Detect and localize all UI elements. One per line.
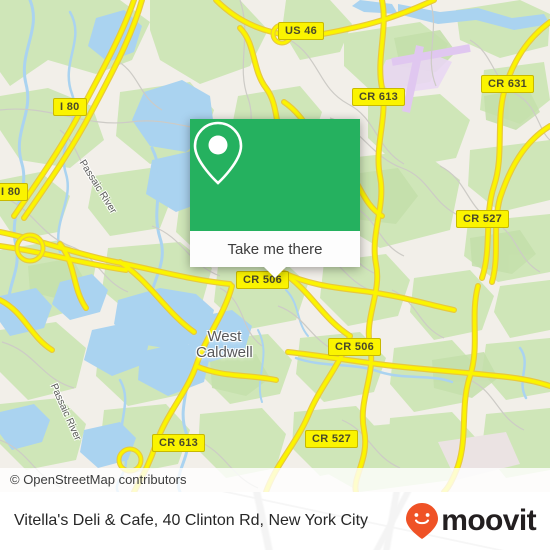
place-label-line1: West: [207, 328, 242, 345]
shield-cr-506-lower: CR 506: [328, 338, 382, 356]
shield-us-46: US 46: [278, 22, 325, 40]
page-title: Vitella's Deli & Cafe, 40 Clinton Rd, Ne…: [14, 512, 369, 529]
place-label-west-caldwell: West Caldwell: [196, 329, 253, 361]
shield-cr-527-right: CR 527: [456, 210, 510, 228]
moovit-brand[interactable]: moovit: [405, 502, 537, 540]
map-canvas[interactable]: West Caldwell Passaic River Passaic River…: [0, 0, 550, 492]
shield-cr-527-bottom: CR 527: [305, 430, 359, 448]
shield-i-80-left: I 80: [0, 183, 28, 201]
map-pin-icon: [193, 121, 243, 185]
moovit-pin-icon: [406, 503, 439, 539]
map-page: West Caldwell Passaic River Passaic River…: [0, 0, 550, 550]
footer-bar: Vitella's Deli & Cafe, 40 Clinton Rd, Ne…: [0, 492, 550, 550]
popup-header: [190, 119, 360, 231]
shield-cr-631: CR 631: [481, 75, 535, 93]
popup-pointer: [264, 267, 286, 278]
shield-cr-613-top: CR 613: [352, 88, 406, 106]
take-me-there-button[interactable]: Take me there: [190, 231, 360, 267]
shield-cr-613-bottom: CR 613: [152, 434, 206, 452]
shield-i-80-upper: I 80: [53, 98, 87, 116]
place-label-line2: Caldwell: [196, 344, 253, 361]
moovit-wordmark: moovit: [441, 504, 536, 537]
destination-popup[interactable]: Take me there: [190, 119, 360, 278]
osm-attribution[interactable]: © OpenStreetMap contributors: [0, 468, 550, 492]
